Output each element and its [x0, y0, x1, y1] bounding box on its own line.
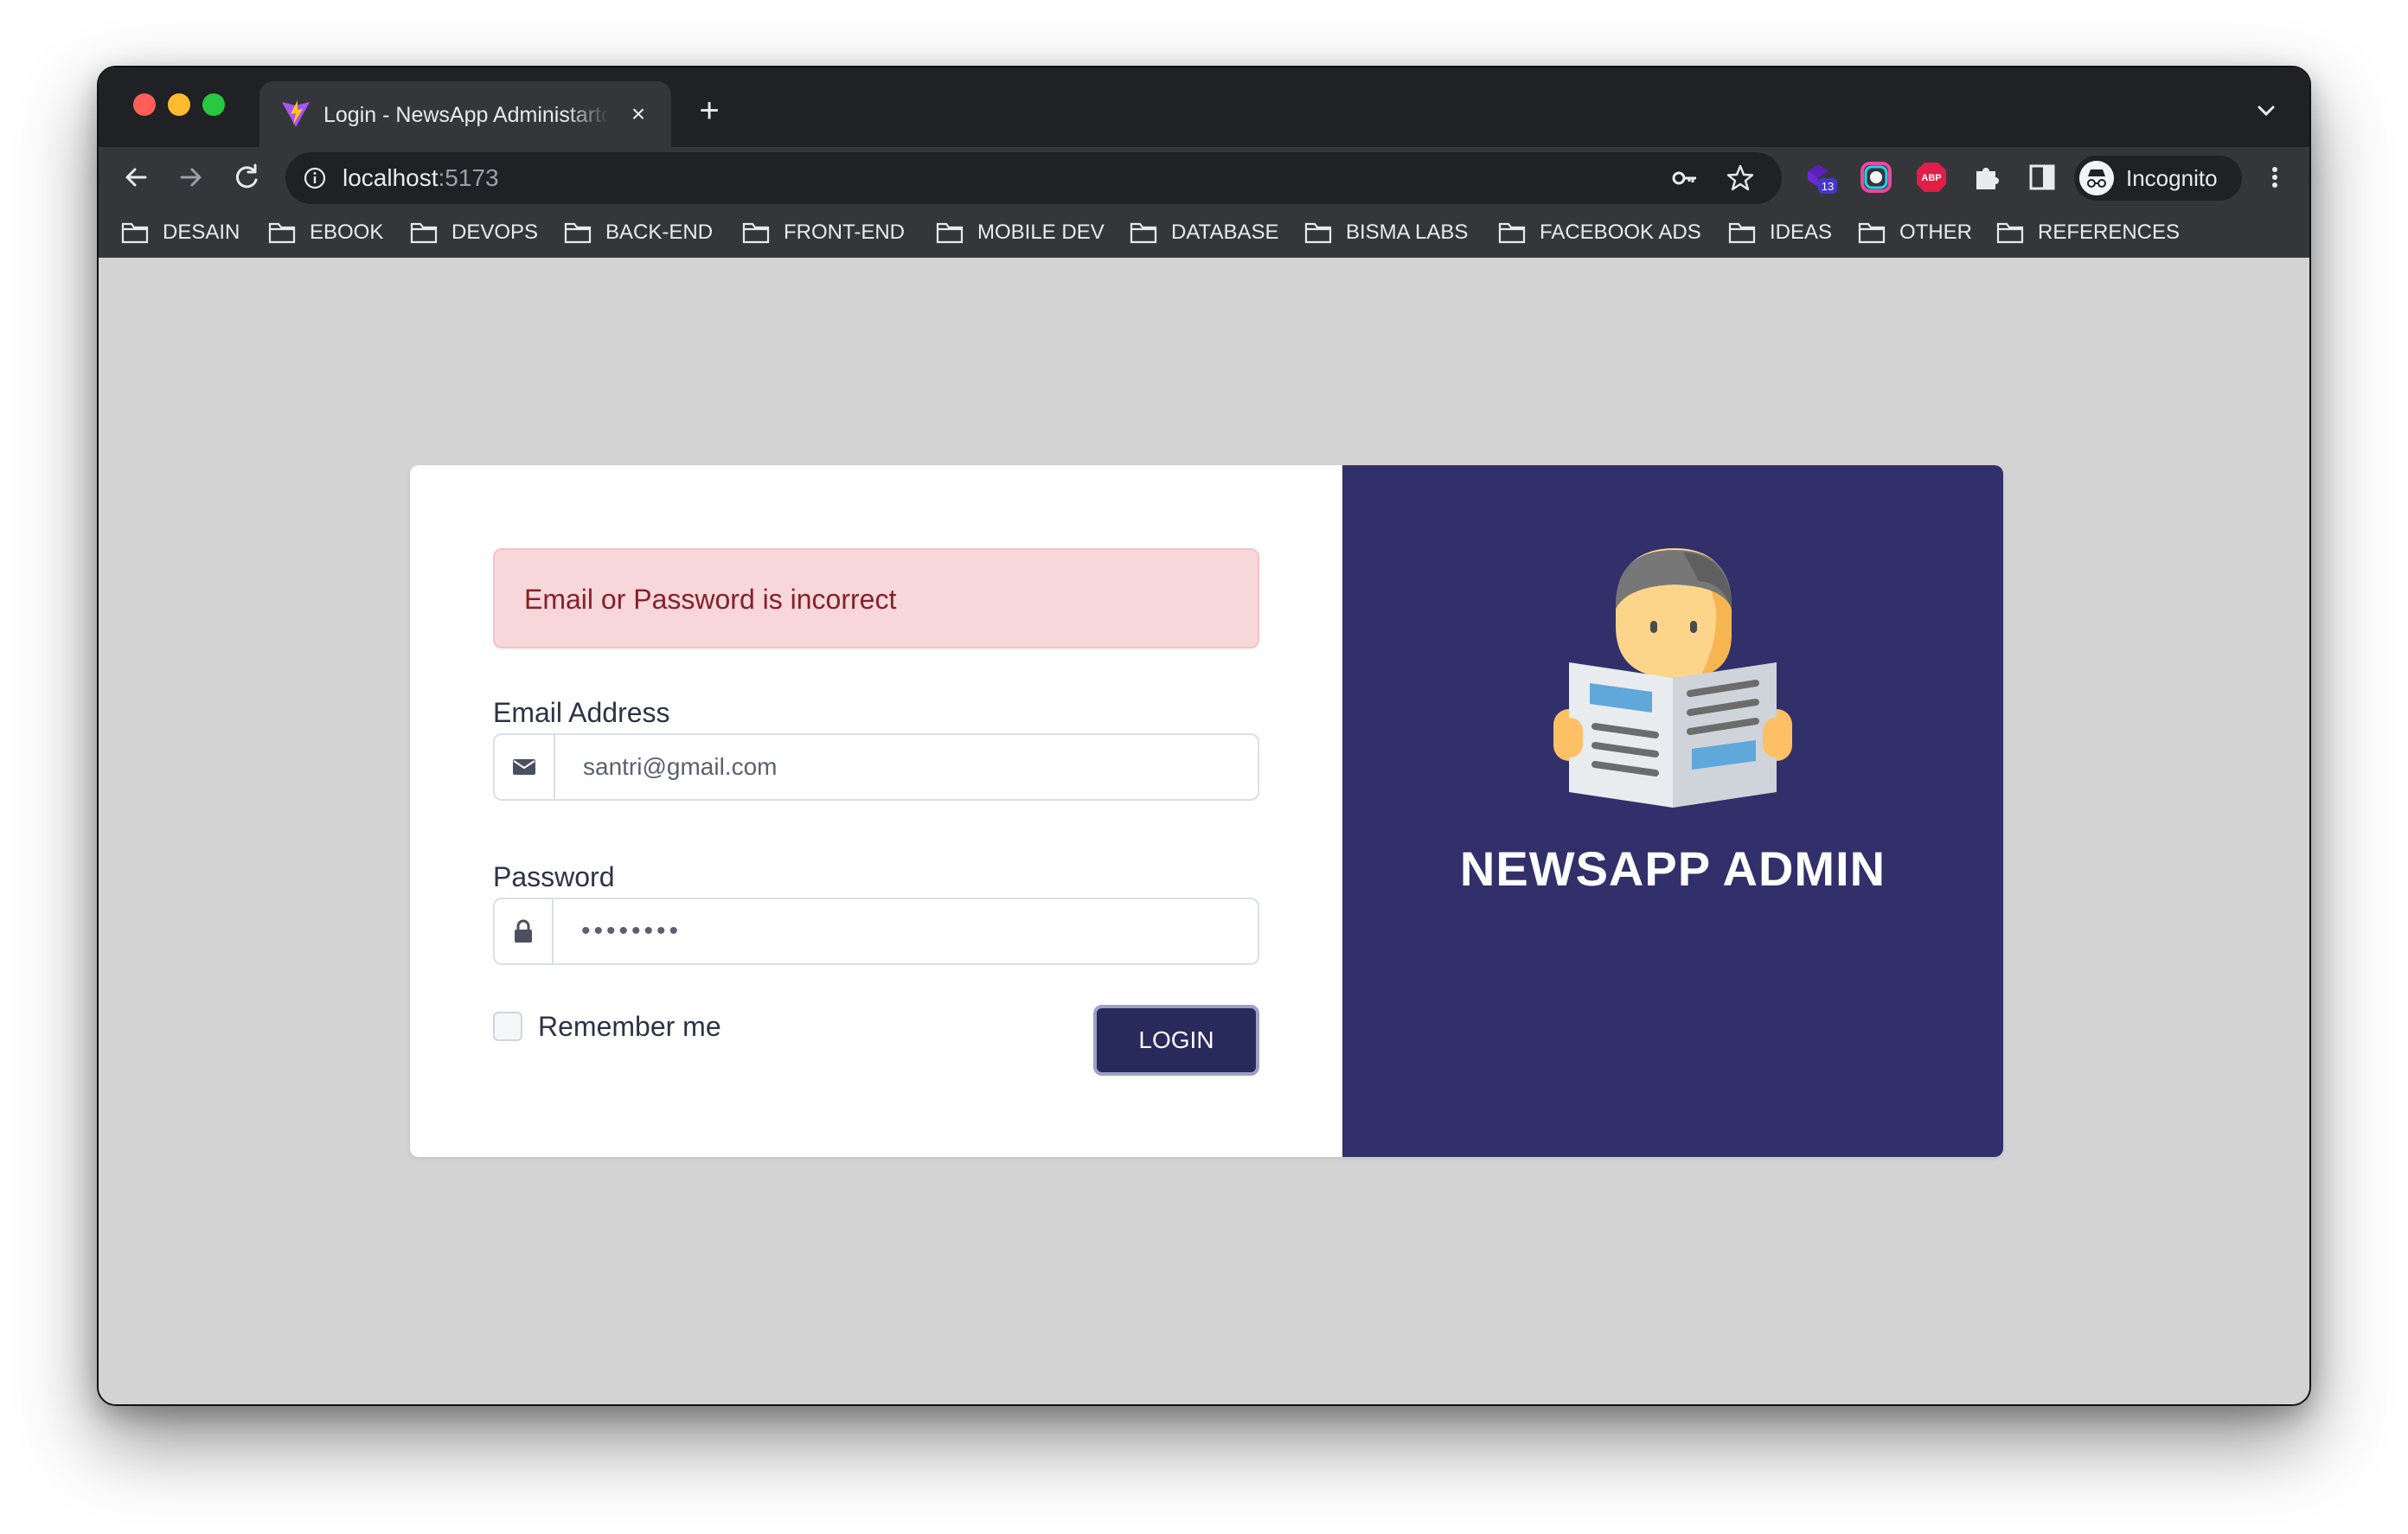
puzzle-extensions-icon[interactable]: [1969, 159, 2005, 195]
lock-icon: [515, 919, 532, 943]
bookmark-folder-back-end[interactable]: BACK-END: [564, 218, 713, 247]
folder-icon: [1498, 222, 1526, 244]
back-arrow-icon[interactable]: [118, 159, 154, 195]
bookmark-label: REFERENCES: [2038, 221, 2181, 244]
browser-toolbar: localhost:5173 13 ABP Incognito: [99, 147, 2309, 208]
folder-icon: [742, 222, 770, 244]
vite-favicon-icon: [282, 100, 310, 127]
bookmark-label: MOBILE DEV: [977, 221, 1105, 244]
bookmark-label: EBOOK: [310, 221, 384, 244]
url-text: localhost:5173: [343, 163, 499, 193]
error-alert-text: Email or Password is incorrect: [524, 584, 897, 615]
bookmark-label: DESAIN: [163, 221, 240, 244]
login-card: Email or Password is incorrect Email Add…: [410, 465, 2003, 1157]
password-input[interactable]: ••••••••: [581, 899, 682, 963]
bookmark-folder-database[interactable]: DATABASE: [1130, 218, 1278, 247]
bookmark-folder-devops[interactable]: DEVOPS: [410, 218, 538, 247]
tab-strip: Login - NewsApp Administartor × +: [99, 67, 2309, 147]
close-tab-icon[interactable]: ×: [623, 99, 654, 130]
bookmark-folder-bisma-labs[interactable]: BISMA LABS: [1304, 218, 1468, 247]
bookmark-folder-ideas[interactable]: IDEAS: [1728, 218, 1832, 247]
login-form: Email or Password is incorrect Email Add…: [410, 465, 1342, 1157]
tab-title: Login - NewsApp Administartor: [323, 103, 609, 127]
password-field[interactable]: ••••••••: [493, 898, 1259, 965]
more-menu-icon[interactable]: [2264, 159, 2285, 195]
folder-icon: [1858, 222, 1886, 244]
bookmark-label: BISMA LABS: [1346, 221, 1469, 244]
close-window-button[interactable]: [133, 93, 156, 116]
chevron-down-icon[interactable]: [2249, 93, 2283, 128]
bookmark-folder-other[interactable]: OTHER: [1858, 218, 1972, 247]
svg-text:ABP: ABP: [1921, 173, 1941, 183]
site-info-icon[interactable]: [303, 166, 327, 190]
man-reading-newspaper-icon: [1553, 548, 1792, 808]
remember-me-label[interactable]: Remember me: [538, 1009, 721, 1044]
brand-title: NEWSAPP ADMIN: [1459, 841, 1886, 896]
bookmarks-bar: DESAIN EBOOK DEVOPS BACK-END FRONT-END M…: [99, 208, 2309, 258]
password-addon: [495, 899, 554, 963]
folder-icon: [936, 222, 964, 244]
error-alert: Email or Password is incorrect: [493, 548, 1259, 649]
bookmark-label: DATABASE: [1171, 221, 1279, 244]
folder-icon: [1304, 222, 1332, 244]
forward-arrow-icon[interactable]: [173, 159, 209, 195]
brand-panel: NEWSAPP ADMIN: [1342, 465, 2003, 1157]
browser-window: Login - NewsApp Administartor × + localh…: [97, 66, 2311, 1406]
bookmark-folder-ebook[interactable]: EBOOK: [268, 218, 383, 247]
new-tab-button[interactable]: +: [692, 93, 727, 128]
bookmark-folder-facebook-ads[interactable]: FACEBOOK ADS: [1498, 218, 1701, 247]
email-field[interactable]: santri@gmail.com: [493, 733, 1259, 801]
bookmark-folder-references[interactable]: REFERENCES: [1996, 218, 2180, 247]
page-content: Email or Password is incorrect Email Add…: [99, 258, 2309, 1404]
envelope-icon: [513, 759, 535, 775]
folder-icon: [121, 222, 149, 244]
bookmark-star-icon[interactable]: [1725, 163, 1756, 194]
folder-icon: [564, 222, 592, 244]
bookmark-folder-front-end[interactable]: FRONT-END: [742, 218, 905, 247]
bookmark-folder-desain[interactable]: DESAIN: [121, 218, 240, 247]
incognito-profile-button[interactable]: Incognito: [2074, 156, 2242, 201]
tab-login[interactable]: Login - NewsApp Administartor ×: [259, 81, 671, 147]
browser-chrome: Login - NewsApp Administartor × + localh…: [99, 67, 2309, 258]
email-input[interactable]: santri@gmail.com: [583, 735, 777, 799]
bookmark-label: OTHER: [1899, 221, 1972, 244]
remember-me-checkbox[interactable]: [493, 1012, 522, 1041]
key-icon[interactable]: [1671, 164, 1699, 192]
maximize-window-button[interactable]: [202, 93, 225, 116]
folder-icon: [1728, 222, 1756, 244]
email-addon: [495, 735, 555, 799]
bookmark-folder-mobile-dev[interactable]: MOBILE DEV: [936, 218, 1105, 247]
color-picker-extension-icon[interactable]: [1858, 159, 1894, 195]
reload-icon[interactable]: [228, 159, 265, 195]
address-bar[interactable]: localhost:5173: [285, 152, 1782, 204]
side-panel-icon[interactable]: [2024, 159, 2060, 195]
password-label: Password: [493, 861, 615, 892]
bookmark-label: FACEBOOK ADS: [1540, 221, 1701, 244]
adblock-plus-icon[interactable]: ABP: [1913, 159, 1950, 195]
extension-badge-icon[interactable]: 13: [1803, 159, 1839, 195]
email-label: Email Address: [493, 697, 670, 728]
folder-icon: [410, 222, 438, 244]
incognito-label: Incognito: [2126, 165, 2218, 191]
url-port: :5173: [438, 164, 499, 191]
folder-icon: [1130, 222, 1157, 244]
bookmark-label: FRONT-END: [784, 221, 905, 244]
incognito-icon: [2079, 161, 2114, 195]
url-host: localhost: [343, 164, 439, 191]
login-button[interactable]: LOGIN: [1093, 1005, 1259, 1076]
bookmark-label: DEVOPS: [452, 221, 539, 244]
bookmark-label: IDEAS: [1770, 221, 1833, 244]
folder-icon: [1996, 222, 2024, 244]
folder-icon: [268, 222, 296, 244]
extension-badge-count: 13: [1822, 180, 1834, 193]
minimize-window-button[interactable]: [168, 93, 190, 116]
bookmark-label: BACK-END: [605, 221, 714, 244]
